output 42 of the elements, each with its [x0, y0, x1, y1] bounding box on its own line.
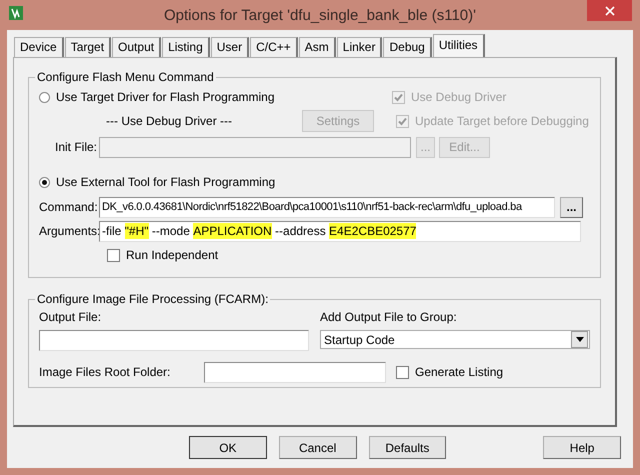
tab[interactable]: Output — [112, 37, 162, 57]
checkbox-option[interactable]: Run Independent — [107, 248, 218, 262]
root-folder-field[interactable] — [204, 362, 386, 382]
radio-button[interactable] — [39, 176, 50, 188]
radio-option[interactable]: Use Target Driver for Flash Programming — [39, 90, 275, 104]
dialog-button[interactable]: Defaults — [368, 436, 446, 459]
checkbox[interactable] — [107, 248, 120, 262]
tab[interactable]: Device — [14, 37, 64, 57]
dialog-button[interactable]: OK — [189, 436, 267, 459]
group-title: Configure Image File Processing (FCARM): — [36, 292, 270, 306]
group-title: Configure Flash Menu Command — [36, 70, 215, 84]
app-icon — [9, 6, 23, 20]
close-icon — [604, 6, 614, 16]
window-title: Options for Target 'dfu_single_bank_ble (s110)' — [162, 7, 478, 24]
tab[interactable]: C/C++ — [250, 37, 298, 57]
dialog-button[interactable]: Help — [543, 436, 621, 459]
close-button[interactable] — [587, 0, 632, 21]
dialog-button[interactable]: Cancel — [278, 436, 356, 459]
field-label: Init File: — [54, 140, 97, 154]
tab[interactable]: Debug — [383, 37, 432, 57]
tab[interactable]: Listing — [162, 37, 210, 57]
output-file-field[interactable] — [39, 330, 309, 351]
tab[interactable]: Utilities — [432, 34, 485, 57]
field-label: Add Output File to Group: — [320, 310, 458, 324]
browse-button[interactable]: ... — [560, 196, 583, 218]
arguments-field[interactable]: -file "#H" --mode APPLICATION --address E4E2CBE02577 — [99, 220, 581, 242]
tab[interactable]: Target — [64, 37, 112, 57]
tab[interactable]: Asm — [298, 37, 336, 57]
radio-button[interactable] — [39, 92, 50, 102]
radio-option[interactable]: Use External Tool for Flash Programming — [39, 175, 276, 189]
group-dropdown[interactable]: Startup Code — [320, 330, 590, 349]
checkbox[interactable] — [396, 366, 409, 378]
tab[interactable]: Linker — [336, 37, 382, 57]
field-label: Image Files Root Folder: — [39, 365, 172, 379]
dropdown-arrow-icon — [576, 337, 584, 342]
field-label: Arguments: — [39, 224, 97, 238]
field-label: Output File: — [39, 310, 102, 324]
field-label: Command: — [39, 200, 97, 214]
command-field[interactable]: DK_v6.0.0.43681\Nordic\nrf51822\Board\pca10001\s110\nrf51-back-rec\arm\dfu_upload.ba — [99, 196, 555, 218]
checkbox-option[interactable]: Generate Listing — [396, 365, 504, 379]
driver-label: --- Use Debug Driver --- — [106, 114, 234, 128]
tab[interactable]: User — [210, 37, 250, 57]
